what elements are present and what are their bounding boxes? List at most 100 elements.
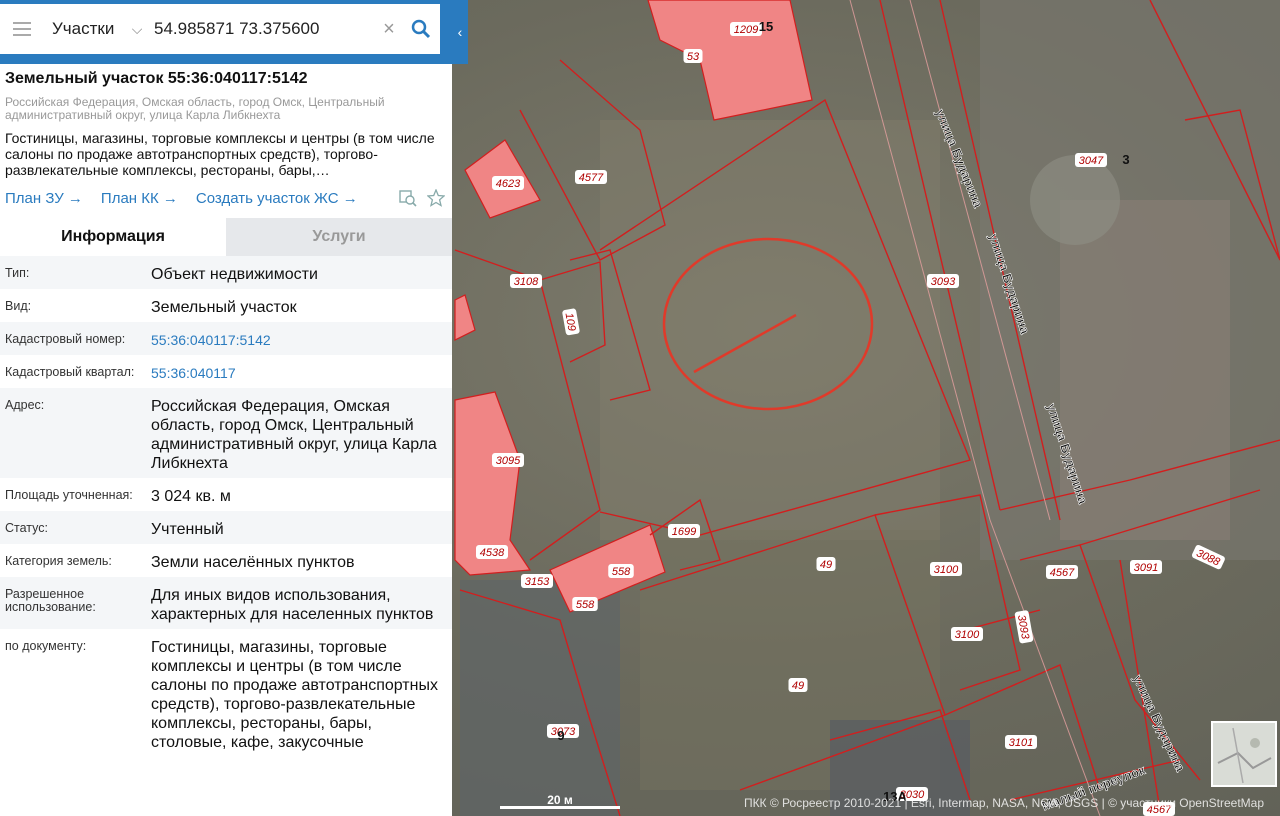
info-row: Кадастровый квартал: 55:36:040117 [0, 355, 452, 388]
svg-text:53: 53 [687, 51, 700, 63]
parcel-label[interactable]: 3100 [930, 562, 962, 576]
info-row: Кадастровый номер: 55:36:040117:5142 [0, 322, 452, 355]
svg-text:4538: 4538 [480, 547, 505, 559]
svg-text:1209: 1209 [734, 24, 758, 36]
map-scale-label: 20 м [547, 793, 573, 807]
info-row: Статус: Учтенный [0, 511, 452, 544]
info-value: Гостиницы, магазины, торговые комплексы … [151, 639, 438, 751]
parcel-label[interactable]: 3047 [1075, 153, 1107, 167]
parcel-label[interactable]: 4577 [575, 170, 607, 184]
star-icon[interactable] [425, 188, 447, 208]
parcel-label[interactable]: 3093 [1014, 610, 1034, 644]
info-key: Тип: [5, 266, 30, 280]
tab-services[interactable]: Услуги [226, 218, 452, 256]
info-value: Земли населённых пунктов [151, 554, 355, 571]
info-value: 3 024 кв. м [151, 488, 231, 505]
parcel-label[interactable]: 3093 [927, 274, 959, 288]
building-number: 15 [759, 19, 773, 34]
svg-text:558: 558 [612, 566, 631, 578]
svg-text:3047: 3047 [1079, 155, 1104, 167]
info-key: Статус: [5, 521, 48, 535]
svg-text:3108: 3108 [514, 276, 539, 288]
parcel-label[interactable]: 3108 [510, 274, 542, 288]
info-row: Вид: Земельный участок [0, 289, 452, 322]
search-input[interactable] [150, 19, 376, 39]
parcel-label[interactable]: 4567 [1046, 565, 1078, 579]
cadastral-number-link[interactable]: 55:36:040117:5142 [151, 331, 452, 350]
tabs: Информация Услуги [0, 218, 452, 256]
info-key: Вид: [5, 299, 32, 313]
info-key: Площадь уточненная: [5, 488, 133, 502]
info-value: Для иных видов использования, характерны… [151, 587, 434, 623]
svg-text:4623: 4623 [496, 178, 521, 190]
object-address: Российская Федерация, Омская область, го… [5, 95, 385, 122]
info-row: Категория земель: Земли населённых пункто… [0, 544, 452, 577]
basemap-switcher[interactable] [1211, 721, 1277, 787]
info-key: Кадастровый квартал: [5, 365, 135, 379]
chevron-down-icon[interactable]: ⌵ [124, 21, 150, 38]
svg-text:109: 109 [562, 312, 577, 332]
parcel-label[interactable]: 4538 [476, 545, 508, 559]
sidebar-panel: Участки ⌵ × Земельный участок 55:36:0401… [0, 0, 452, 816]
svg-text:3091: 3091 [1134, 562, 1158, 574]
parcel-label[interactable]: 3153 [521, 574, 553, 588]
collapse-sidebar-button[interactable]: ‹ [452, 0, 468, 64]
svg-text:3095: 3095 [496, 455, 521, 467]
object-title: Земельный участок 55:36:040117:5142 [5, 70, 308, 87]
map-scale-bar [500, 806, 620, 809]
close-icon[interactable]: × [376, 18, 402, 41]
info-key: Адрес: [5, 398, 45, 412]
info-row: по документу: Гостиницы, магазины, торгов… [0, 629, 452, 757]
svg-text:3153: 3153 [525, 576, 550, 588]
info-row: Площадь уточненная: 3 024 кв. м [0, 478, 452, 511]
cadastral-quarter-link[interactable]: 55:36:040117 [151, 364, 452, 383]
info-table: Тип: Объект недвижимости Вид: Земельный уч… [0, 256, 452, 757]
parcel-label[interactable]: 109 [562, 308, 580, 336]
svg-text:3093: 3093 [931, 276, 956, 288]
parcel-label[interactable]: 558 [608, 564, 634, 578]
parcel-label[interactable]: 49 [788, 678, 808, 692]
svg-text:49: 49 [792, 680, 804, 692]
info-row: Адрес: Российская Федерация, Омская облас… [0, 388, 452, 478]
info-value: Объект недвижимости [151, 266, 318, 283]
building-number: 9 [557, 728, 564, 743]
svg-text:4577: 4577 [579, 172, 604, 184]
minimap-icon [1217, 727, 1272, 784]
parcel-label[interactable]: 4623 [492, 176, 524, 190]
action-links: План ЗУ → План КК → Создать участок ЖС → [5, 188, 447, 208]
parcel-label[interactable]: 3091 [1130, 560, 1162, 574]
info-row: Разрешенное использование: Для иных видов… [0, 577, 452, 629]
info-key: Разрешенное использование: [5, 587, 96, 614]
parcel-label[interactable]: 1699 [668, 524, 700, 538]
search-icon[interactable] [402, 4, 440, 54]
search-box: Участки ⌵ × [0, 4, 440, 54]
map-attribution: ПКК © Росреестр 2010-2021 | Esri, Interm… [743, 796, 1264, 810]
plan-kk-link[interactable]: План КК → [101, 190, 178, 207]
svg-text:4567: 4567 [1050, 567, 1075, 579]
svg-text:3100: 3100 [955, 629, 980, 641]
info-value: Земельный участок [151, 299, 297, 316]
zoom-to-object-icon[interactable] [397, 188, 419, 208]
create-zs-link[interactable]: Создать участок ЖС → [196, 190, 358, 207]
svg-text:1699: 1699 [672, 526, 696, 538]
object-header: Земельный участок 55:36:040117:5142 Росс… [0, 64, 452, 208]
menu-icon[interactable] [0, 4, 44, 54]
svg-text:3101: 3101 [1009, 737, 1033, 749]
parcel-label[interactable]: 1209 [730, 22, 762, 36]
building-number: 3 [1122, 152, 1129, 167]
svg-text:3100: 3100 [934, 564, 959, 576]
parcel-label[interactable]: 3095 [492, 453, 524, 467]
parcel-label[interactable]: 558 [572, 597, 598, 611]
info-value: Учтенный [151, 521, 224, 538]
tab-info[interactable]: Информация [0, 218, 226, 256]
search-bar: Участки ⌵ × [0, 0, 452, 64]
parcel-label[interactable]: 3100 [951, 627, 983, 641]
search-type-select[interactable]: Участки [44, 19, 124, 39]
parcel-label[interactable]: 3101 [1005, 735, 1037, 749]
parcel-label[interactable]: 49 [816, 557, 836, 571]
street-label: улица Бударина [933, 107, 986, 211]
info-key: по документу: [5, 639, 87, 653]
svg-text:49: 49 [820, 559, 832, 571]
parcel-label[interactable]: 53 [683, 49, 703, 63]
plan-zu-link[interactable]: План ЗУ → [5, 190, 83, 207]
